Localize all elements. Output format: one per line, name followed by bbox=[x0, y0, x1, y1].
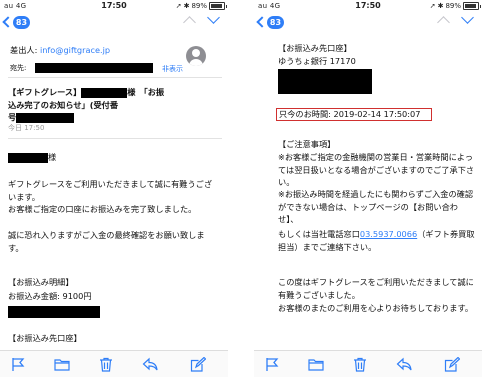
sender-avatar[interactable] bbox=[186, 46, 206, 66]
previous-message-chevron-icon[interactable] bbox=[437, 16, 450, 29]
redacted-number bbox=[16, 112, 75, 123]
redacted-detail bbox=[8, 306, 100, 318]
subject: 【ギフトグレース】 様 「お振 込み完了のお知らせ」(受付番 号 bbox=[8, 86, 222, 124]
flag-icon[interactable] bbox=[10, 357, 26, 372]
folder-icon[interactable] bbox=[308, 357, 324, 372]
message-date: 今日 17:50 bbox=[8, 124, 45, 132]
compose-icon[interactable] bbox=[190, 357, 206, 372]
back-chevron-icon[interactable] bbox=[2, 16, 14, 28]
current-time-box: 只今のお時間: 2019-02-14 17:50:07 bbox=[276, 108, 432, 121]
closing-paragraph: この度はギフトグレースをご利用いただきまして誠に有難うございました。 bbox=[278, 277, 474, 300]
back-chevron-icon[interactable] bbox=[256, 16, 268, 28]
subject-part: 【ギフトグレース】 bbox=[8, 87, 82, 97]
hide-details-link[interactable]: 非表示 bbox=[162, 63, 183, 76]
detail-header: 【お振込み明細】 bbox=[8, 277, 74, 287]
reply-icon[interactable] bbox=[396, 357, 412, 372]
status-bar: au 4G 17:50 ➚ ✱ 89% bbox=[254, 0, 482, 12]
unread-count-badge[interactable]: 83 bbox=[267, 16, 284, 29]
mail-toolbar bbox=[254, 350, 482, 377]
from-address[interactable]: info@giftgrace.jp bbox=[40, 45, 110, 55]
location-icon: ➚ bbox=[175, 2, 182, 10]
battery-percent: 89% bbox=[191, 2, 207, 10]
body-paragraph: お客様ご指定の口座にお振込みを完了致しました。 bbox=[8, 204, 197, 214]
to-label: 宛先: bbox=[10, 64, 27, 72]
next-message-chevron-icon[interactable] bbox=[461, 11, 474, 24]
phone-paragraph: もしくは当社電話窓口03.5937.0066（ギフト券買取担当）までご連絡下さい… bbox=[278, 228, 476, 253]
folder-icon[interactable] bbox=[54, 357, 70, 372]
current-time-text: 只今のお時間: 2019-02-14 17:50:07 bbox=[279, 109, 421, 119]
compose-icon[interactable] bbox=[444, 357, 460, 372]
phone-prefix: もしくは当社電話窓口 bbox=[278, 229, 360, 239]
trash-icon[interactable] bbox=[98, 357, 114, 372]
unread-count-badge[interactable]: 83 bbox=[13, 16, 30, 29]
reply-icon[interactable] bbox=[142, 357, 158, 372]
note-paragraph: ※お振込み時間を経過したにも関わらずご入金の確認ができない場合は、トップページの… bbox=[278, 189, 474, 224]
notes-header: 【ご注意事項】 bbox=[278, 139, 336, 149]
bluetooth-icon: ✱ bbox=[437, 2, 444, 10]
phone-link[interactable]: 03.5937.0066 bbox=[360, 229, 417, 239]
account-header: 【お振込み先口座】 bbox=[278, 43, 352, 53]
message-content: 差出人: info@giftgrace.jp 宛先: 非表示 【ギフトグレース】… bbox=[0, 38, 228, 348]
bank-text: ゆうちょ銀行 17170 bbox=[278, 56, 356, 66]
subject-part: 込み完了のお知らせ」(受付番 bbox=[8, 99, 119, 110]
mail-toolbar bbox=[0, 350, 228, 377]
mail-nav-bar: 83 bbox=[254, 11, 482, 34]
battery-icon bbox=[209, 2, 227, 10]
honorific: 様 bbox=[48, 152, 57, 162]
subject-part: 号 bbox=[8, 112, 17, 122]
battery-icon bbox=[463, 2, 481, 10]
body-paragraph: ギフトグレースをご利用いただきまして誠に有難うございます。 bbox=[8, 179, 213, 202]
battery-fill bbox=[465, 4, 476, 8]
amount-text: お振込み金額: 9100円 bbox=[8, 291, 92, 301]
location-icon: ➚ bbox=[429, 2, 436, 10]
closing-paragraph: お客様のまたのご利用を心よりお待ちしております。 bbox=[278, 303, 474, 313]
subject-divider bbox=[8, 138, 222, 139]
next-message-chevron-icon[interactable] bbox=[207, 11, 220, 24]
header-divider bbox=[8, 77, 222, 78]
battery-fill bbox=[211, 4, 222, 8]
body-paragraph: 誠に恐れ入りますがご入金の最終確認をお願い致します。 bbox=[8, 230, 205, 253]
trash-icon[interactable] bbox=[352, 357, 368, 372]
subject-part: 様 「お振 bbox=[127, 87, 165, 97]
from-label: 差出人: bbox=[10, 45, 38, 55]
redacted-account bbox=[278, 69, 372, 94]
note-paragraph: ※お客様ご指定の金融機関の営業日・営業時間によっては翌日扱いとなる場合がございま… bbox=[278, 152, 475, 187]
status-bar: au 4G 17:50 ➚ ✱ 89% bbox=[0, 0, 228, 12]
redacted-recipient bbox=[34, 62, 153, 73]
mail-nav-bar: 83 bbox=[0, 11, 228, 34]
bluetooth-icon: ✱ bbox=[183, 2, 190, 10]
redacted-name bbox=[81, 87, 128, 98]
message-content: 【お振込み先口座】 ゆうちょ銀行 17170 只今のお時間: 2019-02-1… bbox=[254, 38, 482, 348]
flag-icon[interactable] bbox=[264, 357, 280, 372]
phone-screen-left: au 4G 17:50 ➚ ✱ 89% 83 差出人: info@giftgra… bbox=[0, 0, 228, 377]
phone-screen-right: au 4G 17:50 ➚ ✱ 89% 83 【お振込み先口座】 ゆうちょ銀行 … bbox=[254, 0, 482, 377]
previous-message-chevron-icon[interactable] bbox=[183, 16, 196, 29]
battery-percent: 89% bbox=[445, 2, 461, 10]
account-header: 【お振込み先口座】 bbox=[8, 333, 82, 343]
redacted-name bbox=[8, 152, 48, 163]
